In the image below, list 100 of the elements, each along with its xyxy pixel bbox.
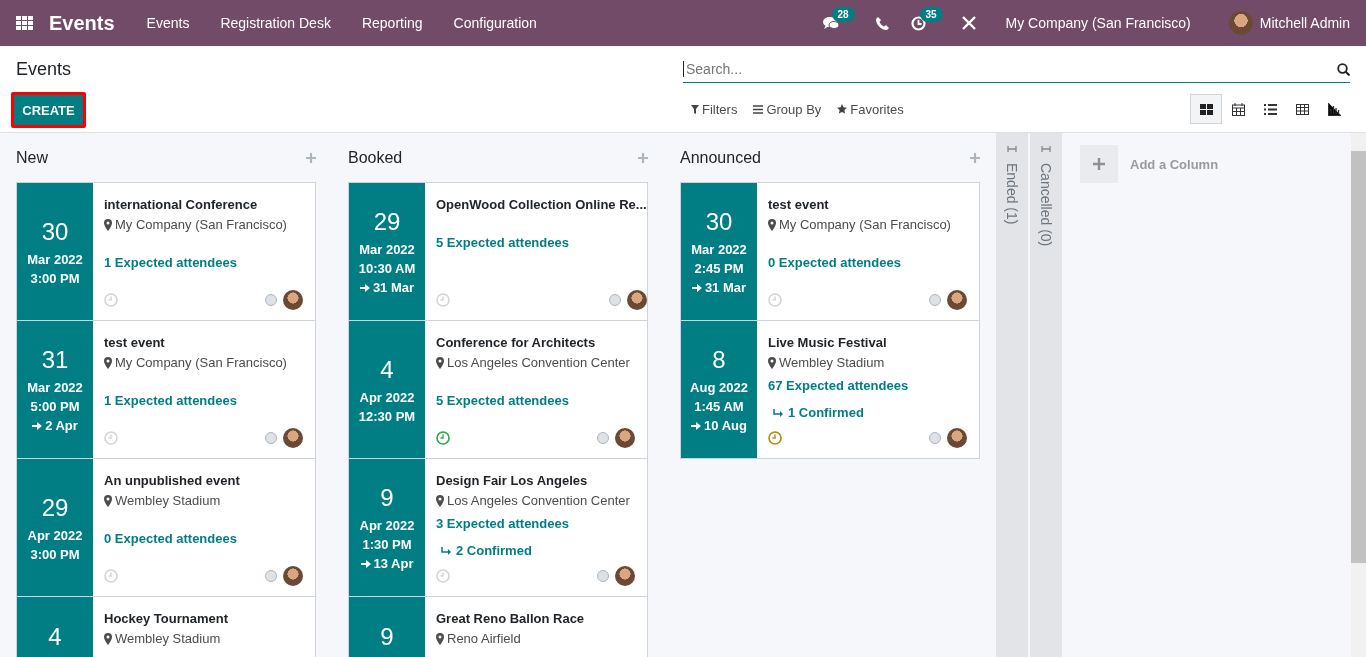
add-column-button[interactable]: [1080, 145, 1118, 183]
clock-icon[interactable]: [768, 431, 782, 445]
user-avatar[interactable]: [626, 290, 647, 310]
event-end-date: 13 Apr: [373, 556, 414, 571]
plus-icon[interactable]: [970, 153, 980, 163]
folded-column-title: Ended (1): [1004, 163, 1020, 225]
filter-button[interactable]: Filters: [683, 101, 746, 117]
user-avatar[interactable]: [947, 428, 967, 448]
search-icon[interactable]: [1337, 62, 1350, 76]
star-icon: [837, 104, 848, 114]
menu-item[interactable]: Configuration: [453, 15, 537, 31]
menu-item[interactable]: Reporting: [361, 15, 423, 31]
calendar-icon: [1231, 102, 1245, 116]
map-pin-icon: [436, 632, 444, 645]
message-count-badge: 28: [831, 6, 855, 22]
user-menu[interactable]: Mitchell Admin: [1259, 15, 1350, 31]
map-pin-icon: [768, 356, 776, 369]
event-card[interactable]: 9 Great Reno Ballon Race Reno Airfield: [348, 596, 648, 657]
status-dot[interactable]: [929, 294, 941, 306]
event-name: international Conference: [104, 197, 259, 212]
event-day: 30: [41, 217, 69, 246]
event-day: 30: [705, 208, 733, 236]
grid-icon: [1199, 102, 1213, 116]
event-month: Mar 2022: [691, 242, 747, 257]
activity-count-badge: 35: [919, 6, 943, 22]
event-card[interactable]: 29 Apr 2022 3:00 PM An unpublished event Wembley Stadium 0 Expected attendees: [16, 458, 316, 597]
user-avatar[interactable]: [1228, 11, 1253, 35]
user-avatar[interactable]: [947, 290, 967, 310]
event-month: Mar 2022: [27, 380, 83, 395]
status-dot[interactable]: [265, 570, 277, 582]
event-time: 1:45 AM: [694, 399, 744, 414]
event-name: Hockey Tournament: [104, 611, 229, 626]
event-day: 29: [41, 493, 69, 522]
event-time: 10:30 AM: [358, 261, 416, 276]
status-dot[interactable]: [608, 294, 621, 306]
status-dot[interactable]: [929, 432, 941, 444]
plus-icon[interactable]: [638, 153, 648, 163]
expected-attendees: 5 Expected attendees: [436, 235, 570, 250]
expand-icon: [1007, 145, 1017, 153]
map-pin-icon: [104, 632, 112, 645]
expected-attendees: 0 Expected attendees: [768, 255, 902, 270]
view-switch-button[interactable]: [1190, 94, 1222, 124]
event-card[interactable]: 4 Hockey Tournament Wembley Stadium: [16, 596, 316, 657]
event-card[interactable]: 29 Mar 2022 10:30 AM 31 Mar OpenWood Collection Online Re... 5 Expected attendees: [348, 182, 648, 321]
event-name: Design Fair Los Angeles: [436, 473, 589, 488]
page-title: Events: [16, 59, 73, 80]
folded-column[interactable]: Cancelled (0): [1030, 133, 1062, 657]
event-month: Mar 2022: [359, 242, 415, 257]
event-card[interactable]: 4 Apr 2022 12:30 PM Conference for Architects Los Angeles Convention Center 5 Expected attendees: [348, 320, 648, 459]
menu-icon: [753, 104, 764, 114]
user-avatar[interactable]: [615, 566, 635, 586]
event-day: 9: [380, 484, 394, 512]
phone-icon[interactable]: [875, 16, 889, 30]
event-name: An unpublished event: [104, 473, 241, 488]
expected-attendees: 67 Expected attendees: [768, 378, 910, 393]
event-month: Apr 2022: [359, 518, 415, 533]
event-card[interactable]: 31 Mar 2022 5:00 PM 2 Apr test event My Company (San Francisco) 1 Expected attendees: [16, 320, 316, 459]
event-time: 5:00 PM: [30, 399, 80, 414]
app-title: Events: [49, 11, 115, 35]
create-button[interactable]: CREATE: [11, 92, 86, 128]
event-card[interactable]: 9 Apr 2022 1:30 PM 13 Apr Design Fair Los Angeles Los Angeles Convention Center 3 Expected attendees 2 Confirmed: [348, 458, 648, 597]
column-title: Announced: [680, 149, 761, 167]
status-dot[interactable]: [597, 432, 609, 444]
status-dot[interactable]: [265, 294, 277, 306]
list-icon: [1263, 102, 1277, 116]
event-time: 3:00 PM: [30, 270, 80, 286]
event-day: 4: [380, 355, 394, 384]
apps-grid-icon[interactable]: [16, 16, 33, 30]
status-dot[interactable]: [597, 570, 609, 582]
event-location: Wembley Stadium: [115, 631, 221, 646]
plus-icon[interactable]: [306, 153, 316, 163]
event-location: My Company (San Francisco): [115, 355, 287, 370]
menu-item[interactable]: Registration Desk: [220, 15, 331, 31]
event-time: 12:30 PM: [358, 408, 416, 424]
event-day: 4: [48, 623, 62, 651]
scrollbar-thumb[interactable]: [1351, 151, 1366, 563]
event-name: test event: [104, 335, 166, 350]
filter-button[interactable]: Group By: [745, 101, 830, 117]
confirmed-count: 2 Confirmed: [456, 543, 532, 558]
filter-button[interactable]: Favorites: [829, 101, 912, 117]
event-card[interactable]: 30 Mar 2022 3:00 PM international Conference My Company (San Francisco) 1 Expected attendees: [16, 182, 316, 321]
menu-item[interactable]: Events: [146, 15, 190, 31]
user-avatar[interactable]: [283, 566, 303, 586]
user-avatar[interactable]: [615, 428, 635, 448]
plus-icon: [1093, 157, 1105, 170]
table-icon: [1295, 102, 1309, 116]
user-avatar[interactable]: [283, 290, 303, 310]
event-card[interactable]: 30 Mar 2022 2:45 PM 31 Mar test event My Company (San Francisco) 0 Expected attendees: [680, 182, 980, 321]
folded-column[interactable]: Ended (1): [996, 133, 1028, 657]
column-title: Booked: [348, 149, 403, 167]
event-end-date: 10 Aug: [704, 418, 747, 433]
clock-icon[interactable]: [436, 431, 450, 445]
event-card[interactable]: 8 Aug 2022 1:45 AM 10 Aug Live Music Festival Wembley Stadium 67 Expected attendees 1 Confirmed: [680, 320, 980, 459]
company-switcher[interactable]: My Company (San Francisco): [1005, 15, 1191, 31]
map-pin-icon: [768, 218, 776, 231]
status-dot[interactable]: [265, 432, 277, 444]
return-arrow-icon: [441, 546, 452, 555]
funnel-icon: [691, 104, 699, 114]
user-avatar[interactable]: [283, 428, 303, 448]
event-day: 9: [380, 623, 394, 651]
